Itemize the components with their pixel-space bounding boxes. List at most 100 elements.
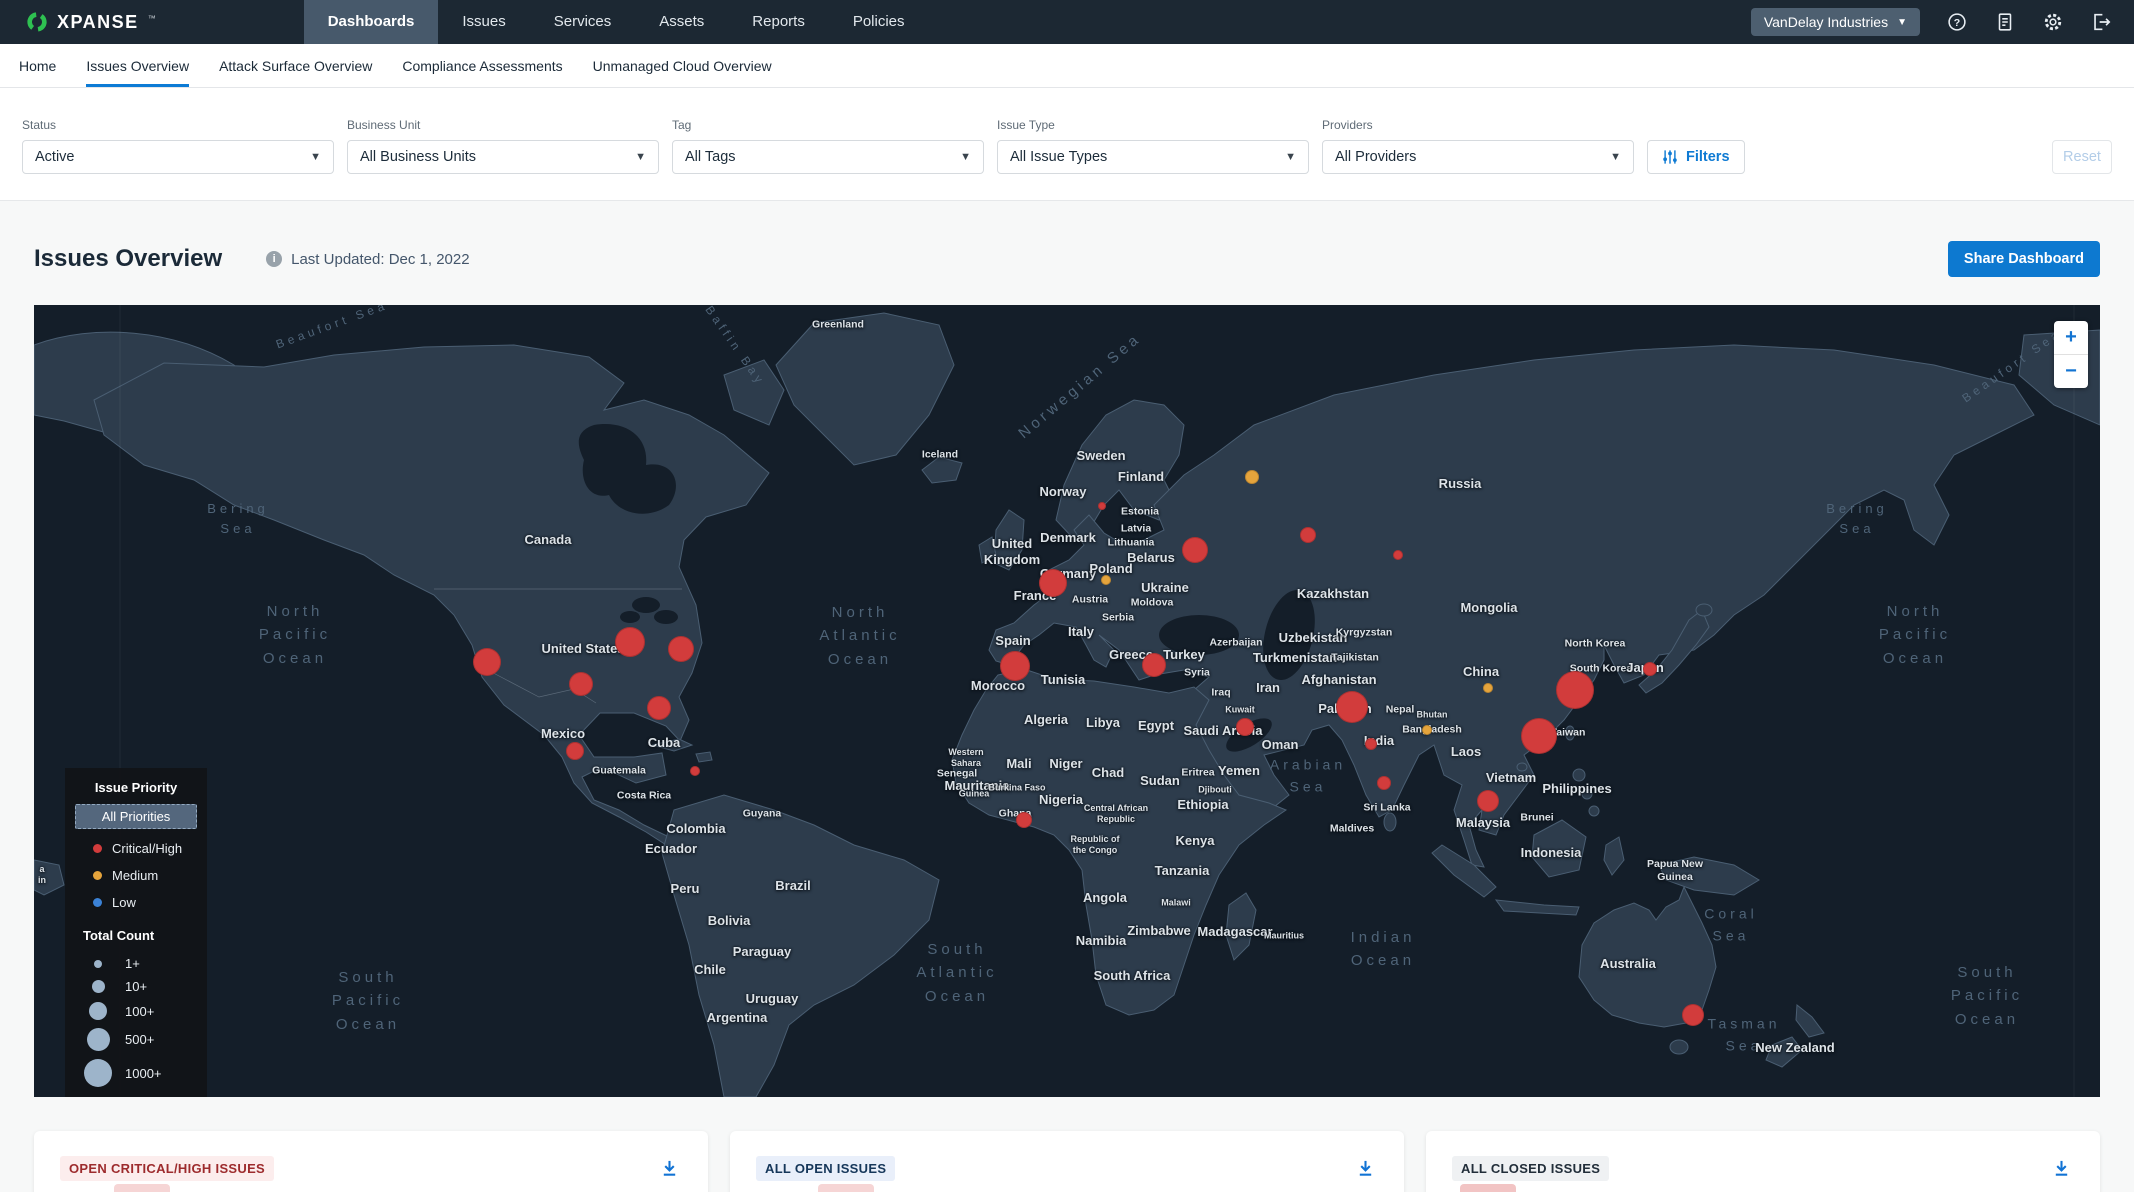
issue-dot-critical[interactable]: [1393, 550, 1403, 560]
filter-value-tag: All Tags: [685, 149, 960, 165]
issue-dot-critical[interactable]: [1039, 569, 1067, 597]
issue-dot-critical[interactable]: [1643, 662, 1657, 676]
filters-button[interactable]: Filters: [1647, 140, 1745, 174]
legend-priority-medium[interactable]: Medium: [75, 862, 197, 889]
issue-dot-critical[interactable]: [1236, 718, 1254, 736]
low-dot-icon: [93, 898, 102, 907]
issue-dot-critical[interactable]: [1365, 738, 1377, 750]
tab-home[interactable]: Home: [19, 44, 56, 87]
issue-dot-critical[interactable]: [1377, 776, 1391, 790]
card-title-badge: OPEN CRITICAL/HIGH ISSUES: [60, 1156, 274, 1181]
dashboard-tab-bar: Home Issues Overview Attack Surface Overvi…: [0, 44, 2134, 88]
map-legend: Issue Priority All Priorities Critical/H…: [65, 768, 207, 1097]
issue-dot-critical[interactable]: [569, 672, 593, 696]
download-icon[interactable]: [1352, 1155, 1378, 1181]
settings-gear-icon[interactable]: [2041, 11, 2064, 34]
legend-count-500: 500+: [75, 1024, 197, 1055]
world-map[interactable]: NorthPacificOceanNorthAtlanticOceanNorth…: [34, 305, 2100, 1097]
medium-dot-icon: [93, 871, 102, 880]
issue-dot-critical[interactable]: [1182, 537, 1208, 563]
map-zoom-control: + −: [2054, 321, 2088, 388]
card-content-peek: [114, 1184, 170, 1192]
filter-select-issue-type[interactable]: All Issue Types▼: [997, 140, 1309, 174]
filter-select-business-unit[interactable]: All Business Units▼: [347, 140, 659, 174]
brand-name: XPANSE: [57, 12, 139, 33]
download-icon[interactable]: [2048, 1155, 2074, 1181]
filter-label-providers: Providers: [1322, 118, 1634, 132]
tab-compliance-assessments[interactable]: Compliance Assessments: [402, 44, 562, 87]
zoom-out-button[interactable]: −: [2054, 355, 2088, 388]
issue-dot-critical[interactable]: [1098, 502, 1106, 510]
release-notes-icon[interactable]: [1993, 11, 2016, 34]
legend-all-priorities[interactable]: All Priorities: [75, 804, 197, 829]
nav-right: VanDelay Industries ▼ ?: [1751, 8, 2112, 36]
filter-fields: StatusActive▼Business UnitAll Business U…: [22, 118, 1634, 174]
share-dashboard-button[interactable]: Share Dashboard: [1948, 241, 2100, 277]
filter-value-business-unit: All Business Units: [360, 149, 635, 165]
card-title-badge: ALL OPEN ISSUES: [756, 1156, 895, 1181]
legend-count-title: Total Count: [75, 928, 197, 943]
count-dot-icon: [92, 980, 105, 993]
help-icon[interactable]: ?: [1945, 11, 1968, 34]
issue-dot-medium[interactable]: [1101, 575, 1111, 585]
filter-field-status: StatusActive▼: [22, 118, 334, 174]
legend-count-10: 10+: [75, 975, 197, 998]
issue-dot-critical[interactable]: [1016, 812, 1032, 828]
nav-item-services[interactable]: Services: [530, 0, 636, 44]
logout-icon[interactable]: [2089, 11, 2112, 34]
issue-dot-critical[interactable]: [668, 636, 694, 662]
issue-dot-critical[interactable]: [647, 696, 671, 720]
legend-priority-label: Low: [112, 895, 136, 910]
issue-dot-critical[interactable]: [1000, 651, 1030, 681]
issue-dot-medium[interactable]: [1245, 470, 1259, 484]
issue-dot-critical[interactable]: [1336, 691, 1368, 723]
filter-value-providers: All Providers: [1335, 149, 1610, 165]
issue-dot-critical[interactable]: [1142, 653, 1166, 677]
issue-dot-critical[interactable]: [1521, 718, 1557, 754]
tab-unmanaged-cloud-overview[interactable]: Unmanaged Cloud Overview: [593, 44, 772, 87]
critical-high-dot-icon: [93, 844, 102, 853]
count-dot-icon: [94, 960, 102, 968]
card-header: ALL CLOSED ISSUES: [1426, 1131, 2100, 1181]
legend-priority-label: Medium: [112, 868, 158, 883]
legend-priority-critical-high[interactable]: Critical/High: [75, 835, 197, 862]
reset-button[interactable]: Reset: [2052, 140, 2112, 174]
zoom-in-button[interactable]: +: [2054, 321, 2088, 354]
issue-dot-critical[interactable]: [690, 766, 700, 776]
account-menu-button[interactable]: VanDelay Industries ▼: [1751, 8, 1920, 36]
issue-dot-medium[interactable]: [1422, 725, 1432, 735]
issue-dot-critical[interactable]: [566, 742, 584, 760]
issue-dot-critical[interactable]: [615, 627, 645, 657]
tab-issues-overview[interactable]: Issues Overview: [86, 44, 189, 87]
top-nav: XPANSE ™ DashboardsIssuesServicesAssetsR…: [0, 0, 2134, 44]
legend-priority-low[interactable]: Low: [75, 889, 197, 916]
nav-item-policies[interactable]: Policies: [829, 0, 929, 44]
issue-dot-critical[interactable]: [1556, 671, 1594, 709]
tab-attack-surface-overview[interactable]: Attack Surface Overview: [219, 44, 372, 87]
issue-dot-critical[interactable]: [1477, 790, 1499, 812]
download-icon[interactable]: [656, 1155, 682, 1181]
chevron-down-icon: ▼: [1285, 151, 1296, 163]
legend-priority-rows: Critical/High Medium Low: [75, 835, 197, 916]
filter-field-providers: Providers All Providers▼: [1322, 118, 1634, 174]
legend-count-rows: 1+10+100+500+1000+: [75, 952, 197, 1091]
filter-select-tag[interactable]: All Tags▼: [672, 140, 984, 174]
legend-count-label: 10+: [125, 979, 147, 994]
nav-item-issues[interactable]: Issues: [438, 0, 529, 44]
nav-item-assets[interactable]: Assets: [635, 0, 728, 44]
issue-dot-medium[interactable]: [1483, 683, 1493, 693]
last-updated-text: Last Updated: Dec 1, 2022: [291, 251, 469, 268]
issue-dot-critical[interactable]: [473, 648, 501, 676]
card-all-open-issues: ALL OPEN ISSUES: [730, 1131, 1404, 1192]
issue-table-cards: OPEN CRITICAL/HIGH ISSUES ALL OPEN ISSUES…: [34, 1131, 2100, 1192]
filter-bar: StatusActive▼Business UnitAll Business U…: [0, 88, 2134, 201]
nav-item-reports[interactable]: Reports: [728, 0, 829, 44]
count-dot-icon: [89, 1002, 107, 1020]
nav-item-dashboards[interactable]: Dashboards: [304, 0, 439, 44]
chevron-down-icon: ▼: [1897, 17, 1907, 28]
filter-select-status[interactable]: Active▼: [22, 140, 334, 174]
issue-dot-critical[interactable]: [1300, 527, 1316, 543]
count-dot-icon: [84, 1059, 112, 1087]
filter-select-providers[interactable]: All Providers▼: [1322, 140, 1634, 174]
issue-dot-critical[interactable]: [1682, 1004, 1704, 1026]
